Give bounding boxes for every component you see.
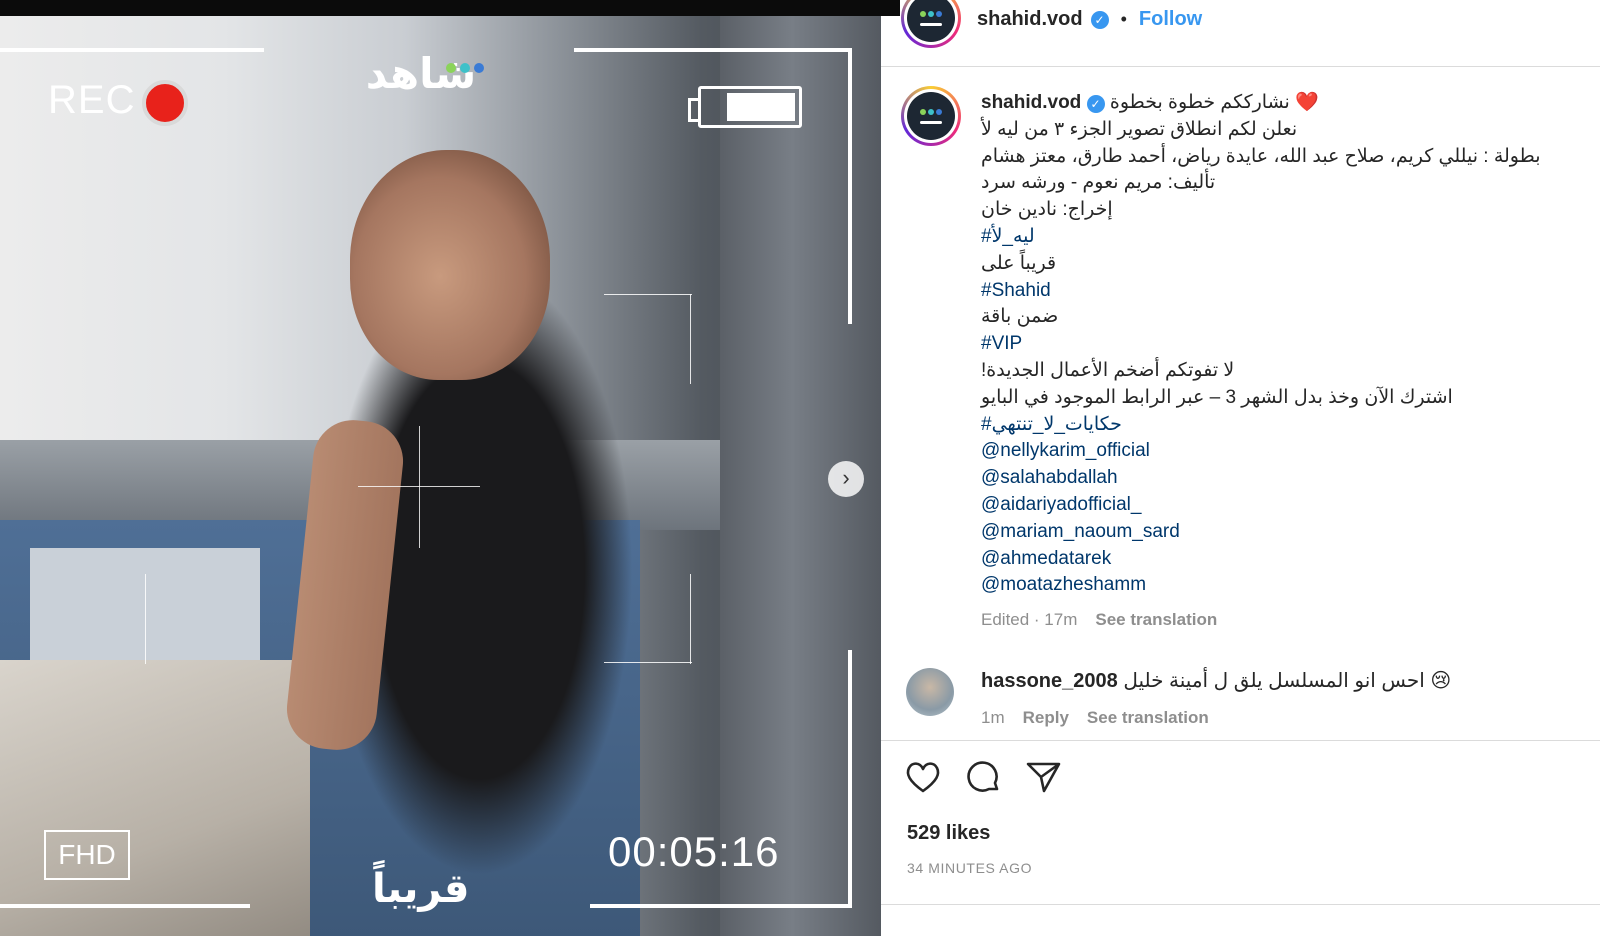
post-header: shahid.vod ✓ • Follow — [977, 8, 1202, 31]
next-slide-button[interactable]: › — [828, 461, 864, 497]
caption-link[interactable]: @mariam_naoum_sard — [981, 519, 1561, 546]
header-username[interactable]: shahid.vod — [977, 8, 1083, 31]
viewfinder-line — [0, 48, 264, 52]
heart-icon[interactable] — [903, 757, 943, 797]
focus-corner — [145, 574, 146, 664]
verified-badge-icon: ✓ — [1090, 10, 1109, 29]
person-head — [350, 150, 550, 380]
comment-see-translation-button[interactable]: See translation — [1087, 708, 1209, 728]
logo-dot — [474, 63, 484, 73]
logo-dot — [446, 63, 456, 73]
logo-dots — [446, 60, 488, 78]
separator-dot: • — [1120, 9, 1127, 29]
media-top-bar — [0, 0, 900, 16]
caption-text-line: تأليف: مريم نعوم - ورشه سرد — [981, 172, 1216, 194]
focus-corner — [604, 294, 692, 295]
crosshair — [419, 426, 420, 548]
post-actions — [903, 757, 1063, 797]
caption-text-line: اشترك الآن وخذ بدل الشهر 3 – عبر الرابط … — [981, 386, 1453, 408]
bottom-divider — [881, 904, 1600, 905]
caption-text-line: نعلن لكم انطلاق تصوير الجزء ٣ من ليه لأ — [981, 118, 1298, 140]
comment-username[interactable]: hassone_2008 — [981, 670, 1118, 692]
caption-text-line: لا تفوتكم أضخم الأعمال الجديدة! — [981, 359, 1235, 381]
comment-meta: 1m Reply See translation — [981, 708, 1209, 728]
shahid-avatar-icon — [907, 92, 955, 140]
caption-link[interactable]: @aidariyadofficial_ — [981, 492, 1561, 519]
focus-corner — [604, 662, 692, 663]
focus-corner — [690, 574, 691, 664]
shahid-avatar-icon — [907, 0, 955, 42]
follow-button[interactable]: Follow — [1139, 8, 1202, 31]
reply-button[interactable]: Reply — [1023, 708, 1069, 728]
edited-label: Edited · 17m — [981, 610, 1078, 629]
post-timestamp: 34 MINUTES AGO — [907, 860, 1033, 876]
header-divider — [881, 66, 1600, 67]
table — [0, 660, 310, 936]
post-meta: Edited · 17m See translation — [981, 610, 1217, 630]
post-media: REC شاهد FHD 00:05:16 قريباً › — [0, 0, 900, 936]
caption-link[interactable]: #ليه_لأ — [981, 224, 1561, 251]
caption-link[interactable]: #VIP — [981, 331, 1561, 358]
see-translation-button[interactable]: See translation — [1095, 610, 1217, 630]
refrigerator — [720, 0, 900, 936]
viewfinder-line — [848, 48, 852, 324]
rec-label: REC — [48, 78, 136, 122]
viewfinder-line — [848, 650, 852, 908]
caption-avatar[interactable] — [901, 86, 961, 146]
caption-link[interactable]: #حكايات_لا_تنتهي — [981, 412, 1561, 439]
viewfinder-line — [574, 48, 852, 52]
verified-badge-icon: ✓ — [1086, 95, 1105, 113]
caption-first-line: shahid.vod ✓ نشارككم خطوة بخطوة ❤️ — [981, 90, 1561, 117]
chevron-right-icon: › — [842, 465, 850, 490]
comment: hassone_2008 احس انو المسلسل يلق ل أمينة… — [981, 668, 1451, 693]
fhd-badge: FHD — [44, 830, 130, 880]
logo-dot — [460, 63, 470, 73]
focus-corner — [690, 294, 691, 384]
commenter-avatar[interactable] — [906, 668, 954, 716]
caption-link[interactable]: @ahmedatarek — [981, 546, 1561, 573]
caption-text-line: قريباً على — [981, 252, 1057, 274]
caption-link[interactable]: @nellykarim_official — [981, 438, 1561, 465]
comment-text: احس انو المسلسل يلق ل أمينة خليل 😢 — [1123, 670, 1452, 692]
battery-icon — [688, 86, 802, 128]
share-icon[interactable] — [1023, 757, 1063, 797]
viewfinder-line — [0, 904, 250, 908]
comment-time: 1m — [981, 708, 1005, 727]
coming-soon-text: قريباً — [372, 866, 470, 912]
caption-text-line: ضمن باقة — [981, 306, 1059, 328]
viewfinder-line — [590, 904, 852, 908]
timecode: 00:05:16 — [608, 828, 780, 875]
post-panel: shahid.vod ✓ • Follow shahid.vod ✓ نشارك… — [881, 0, 1600, 936]
caption-username[interactable]: shahid.vod — [981, 92, 1081, 113]
caption-link[interactable]: @moatazheshamm — [981, 572, 1561, 599]
record-dot-icon — [142, 80, 188, 126]
comment-icon[interactable] — [963, 757, 1003, 797]
caption-link[interactable]: #Shahid — [981, 278, 1561, 305]
caption-link[interactable]: @salahabdallah — [981, 465, 1561, 492]
likes-count[interactable]: 529 likes — [907, 822, 990, 845]
caption-lines: نعلن لكم انطلاق تصوير الجزء ٣ من ليه لأ ب… — [981, 117, 1561, 599]
caption-text-line: إخراج: نادين خان — [981, 199, 1113, 221]
battery-level — [727, 93, 795, 121]
actions-divider — [881, 740, 1600, 741]
profile-avatar[interactable] — [901, 0, 961, 48]
post-caption: shahid.vod ✓ نشارككم خطوة بخطوة ❤️ نعلن … — [981, 90, 1561, 599]
caption-text: نشارككم خطوة بخطوة ❤️ — [1109, 92, 1319, 113]
caption-text-line: بطولة : نيللي كريم، صلاح عبد الله، عايدة… — [981, 145, 1541, 167]
